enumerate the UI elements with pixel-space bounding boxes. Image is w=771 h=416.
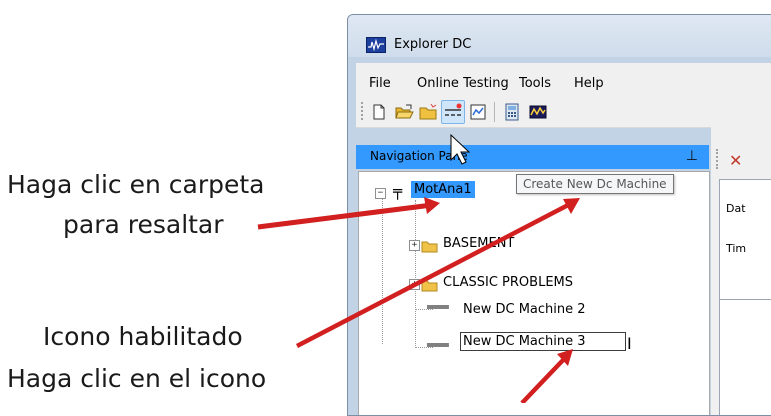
date-label: Dat — [726, 202, 746, 215]
annotation-icon-enabled: Icono habilitado — [43, 322, 243, 351]
dc-machine-icon: ═══ — [427, 300, 449, 314]
rename-input-value: New DC Machine 3 — [463, 334, 586, 349]
tools-icon[interactable]: ✕ — [729, 151, 742, 170]
expand-toggle[interactable]: + — [409, 240, 420, 251]
app-icon — [366, 37, 386, 53]
annotation-click-folder: Haga clic en carpeta — [7, 170, 265, 199]
tree-item-new-dc-machine-2[interactable]: New DC Machine 2 — [463, 302, 586, 317]
open-folder-icon[interactable] — [394, 102, 414, 122]
time-label: Tim — [726, 242, 747, 255]
menu-tools[interactable]: Tools — [519, 76, 551, 91]
menu-online-testing[interactable]: Online Testing — [417, 76, 509, 91]
tree-item-motana1[interactable]: MotAna1 — [411, 181, 475, 198]
tooltip: Create New Dc Machine — [516, 174, 674, 194]
dc-machine-icon: ═══ — [427, 338, 449, 352]
menu-help[interactable]: Help — [574, 76, 604, 91]
text-cursor-icon: I — [627, 334, 632, 353]
tree-connector — [415, 200, 416, 348]
calculator-icon[interactable] — [502, 102, 522, 122]
folder-icon — [421, 277, 439, 292]
chart-icon[interactable] — [528, 102, 548, 122]
info-panel: Dat Tim — [719, 179, 771, 301]
folder-icon — [421, 238, 439, 253]
collapse-toggle[interactable]: − — [375, 188, 386, 199]
tree-item-basement[interactable]: BASEMENT — [443, 236, 514, 251]
report-icon[interactable] — [468, 102, 488, 122]
tree-item-classic-problems[interactable]: CLASSIC PROBLEMS — [443, 275, 573, 290]
annotation-click-icon: Haga clic en el icono — [7, 364, 267, 393]
window-title: Explorer DC — [394, 37, 472, 52]
tree-root-label: MotAna1 — [411, 181, 475, 198]
new-dc-machine-icon[interactable] — [441, 100, 465, 124]
rename-input[interactable]: New DC Machine 3 — [460, 332, 626, 351]
navigation-pane-header: Navigation Pane ⊥ — [356, 145, 709, 169]
folder-icon[interactable] — [418, 102, 438, 122]
menu-bar: File Online Testing Tools Help — [356, 63, 771, 93]
tree-connector — [382, 194, 383, 344]
toolbar-grip — [361, 102, 365, 120]
pin-icon[interactable]: ⊥ — [686, 148, 698, 164]
right-toolbar-grip — [716, 149, 718, 169]
menu-file[interactable]: File — [369, 76, 391, 91]
navigation-tree: − ╤ MotAna1 + BASEMENT + CLASSIC PROBLEM… — [358, 171, 710, 415]
annotation-highlight: para resaltar — [63, 210, 224, 239]
navigation-pane-title: Navigation Pane — [370, 149, 468, 163]
app-window: Explorer DC File Online Testing Tools He… — [347, 14, 771, 416]
expand-toggle[interactable]: + — [409, 279, 420, 290]
detail-panel — [719, 299, 771, 415]
tree-root-icon: ╤ — [393, 182, 403, 200]
toolbar-separator — [494, 102, 495, 122]
right-area: ✕ Dat Tim — [711, 127, 771, 415]
toolbar — [356, 93, 771, 128]
new-file-icon[interactable] — [369, 102, 389, 122]
title-bar: Explorer DC — [348, 15, 771, 57]
